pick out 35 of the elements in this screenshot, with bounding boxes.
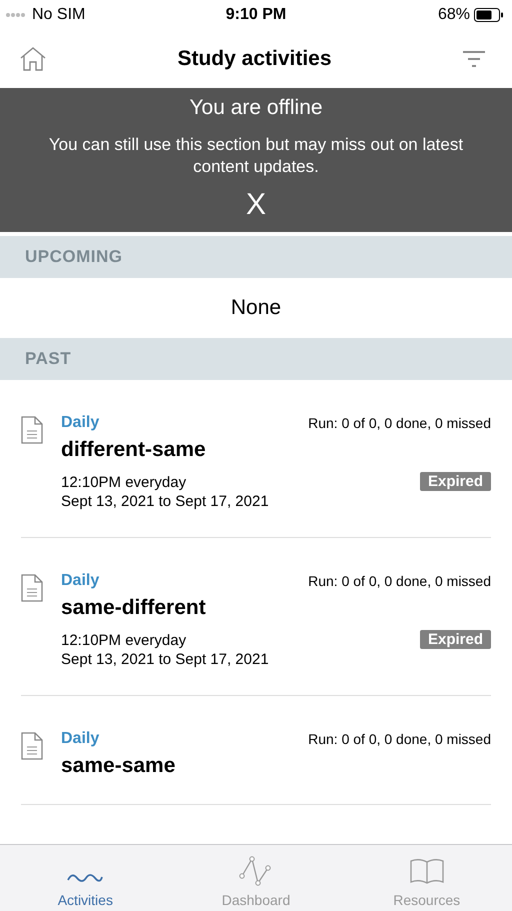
signal-icon (6, 11, 28, 19)
schedule-text: 12:10PM everyday (61, 630, 188, 650)
activity-name[interactable]: different-same (61, 438, 491, 462)
document-icon (21, 416, 43, 444)
section-header: PAST (0, 338, 512, 380)
activity-name[interactable]: same-same (61, 754, 491, 778)
date-range: Sept 13, 2021 to Sept 17, 2021 (61, 492, 269, 510)
home-icon[interactable] (19, 46, 47, 72)
frequency-label: Daily (61, 414, 100, 432)
status-time: 9:10 PM (226, 6, 286, 24)
run-summary: Run: 0 of 0, 0 done, 0 missed (308, 731, 491, 747)
frequency-label: Daily (61, 730, 100, 748)
page-title: Study activities (177, 47, 332, 71)
book-icon (408, 858, 445, 886)
carrier-text: No SIM (32, 6, 86, 24)
document-icon (21, 732, 43, 760)
schedule-text: 12:10PM everyday (61, 472, 188, 492)
tab-item[interactable]: Activities (0, 845, 171, 911)
section-header: UPCOMING (0, 236, 512, 278)
run-summary: Run: 0 of 0, 0 done, 0 missed (308, 415, 491, 431)
frequency-label: Daily (61, 572, 100, 590)
banner-title: You are offline (189, 96, 323, 120)
status-badge: Expired (420, 472, 491, 491)
empty-text: None (230, 295, 282, 321)
battery-icon (474, 8, 504, 22)
date-range: Sept 13, 2021 to Sept 17, 2021 (61, 650, 269, 668)
run-summary: Run: 0 of 0, 0 done, 0 missed (308, 573, 491, 589)
activity-name[interactable]: same-different (61, 596, 491, 620)
status-badge: Expired (420, 630, 491, 649)
document-icon (21, 574, 43, 602)
battery-percent: 68% (438, 6, 470, 24)
filter-icon[interactable] (462, 49, 486, 69)
line-graph-icon (239, 856, 273, 886)
close-button[interactable]: X (240, 188, 272, 222)
banner-message: You can still use this section but may miss out on latest content updates. (48, 134, 464, 178)
